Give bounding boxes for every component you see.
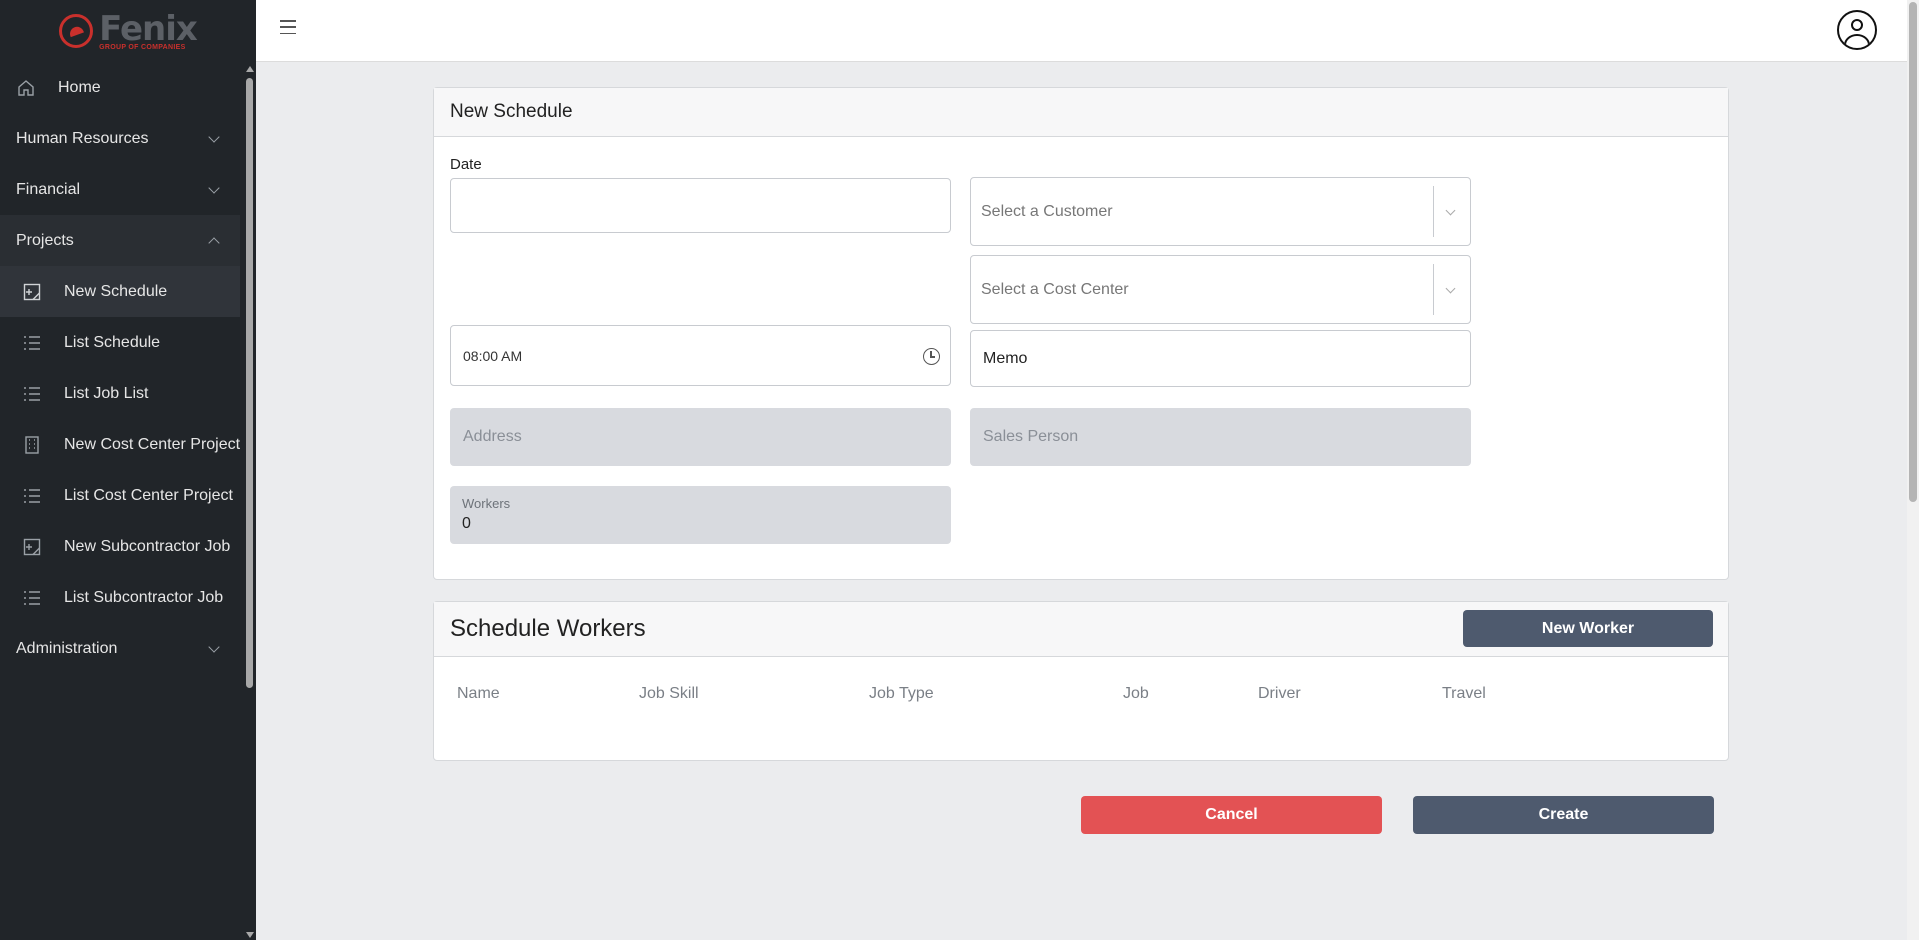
scroll-up-arrow-icon[interactable]	[246, 66, 254, 72]
cost-center-select-placeholder: Select a Cost Center	[981, 280, 1129, 298]
column-header-job-skill: Job Skill	[639, 685, 699, 702]
sidebar-item-list-subcontractor-job[interactable]: List Subcontractor Job	[0, 572, 240, 623]
sidebar-item-home[interactable]: Home	[0, 62, 240, 113]
column-header-driver: Driver	[1258, 685, 1301, 702]
sidebar-item-list-schedule[interactable]: List Schedule	[0, 317, 240, 368]
cancel-button[interactable]: Cancel	[1081, 796, 1382, 834]
sidebar-item-label: Human Resources	[16, 129, 149, 147]
sidebar-item-label: Financial	[16, 180, 81, 198]
sidebar-item-new-subcontractor-job[interactable]: New Subcontractor Job	[0, 521, 240, 572]
card-title: New Schedule	[434, 88, 1728, 137]
new-schedule-card: New Schedule Date Select a Customer Sele…	[433, 87, 1729, 580]
sales-person-input: Sales Person	[970, 408, 1471, 466]
time-value: 08:00 AM	[463, 347, 523, 364]
list-icon	[22, 384, 42, 404]
address-input: Address	[450, 408, 951, 466]
page-scroll-thumb[interactable]	[1909, 2, 1917, 502]
brand-tagline: GROUP OF COMPANIES	[99, 43, 186, 51]
fenix-logo-icon	[59, 14, 94, 48]
home-icon	[16, 78, 36, 98]
sidebar-item-label: List Schedule	[64, 333, 161, 351]
scroll-down-arrow-icon[interactable]	[246, 932, 254, 938]
date-input[interactable]	[450, 178, 951, 233]
chevron-down-icon[interactable]	[1445, 205, 1456, 216]
sidebar-item-label: List Job List	[64, 384, 149, 402]
user-avatar-icon[interactable]	[1837, 10, 1877, 50]
sidebar-group-human-resources[interactable]: Human Resources	[0, 113, 240, 164]
list-icon	[22, 486, 42, 506]
time-input[interactable]: 08:00 AM	[450, 325, 951, 386]
sidebar-item-list-job-list[interactable]: List Job List	[0, 368, 240, 419]
chevron-down-icon	[208, 641, 220, 653]
column-header-name: Name	[457, 685, 500, 702]
clock-icon[interactable]	[923, 348, 940, 365]
sidebar-item-list-cost-center-project[interactable]: List Cost Center Project	[0, 470, 240, 521]
select-separator	[1433, 186, 1434, 237]
brand-logo[interactable]: Fenix GROUP OF COMPANIES	[0, 0, 256, 62]
top-bar	[256, 0, 1907, 62]
section-title: Schedule Workers	[450, 615, 646, 642]
brand-name: Fenix	[99, 8, 198, 49]
new-document-icon	[22, 282, 42, 302]
workers-label: Workers	[462, 496, 511, 511]
sidebar-item-label: New Schedule	[64, 282, 168, 300]
list-icon	[22, 588, 42, 608]
hamburger-menu-icon[interactable]	[280, 20, 296, 34]
sidebar-item-label: List Subcontractor Job	[64, 588, 224, 606]
sidebar-item-new-schedule[interactable]: New Schedule	[0, 266, 240, 317]
sidebar-nav: Home Human Resources Financial Projects …	[0, 62, 240, 674]
chevron-down-icon	[208, 131, 220, 143]
column-header-job: Job	[1123, 685, 1149, 702]
chevron-up-icon	[208, 237, 220, 249]
schedule-workers-header: Schedule Workers New Worker	[434, 602, 1728, 657]
sidebar-item-label: Home	[58, 78, 101, 96]
column-header-travel: Travel	[1442, 685, 1486, 702]
create-button[interactable]: Create	[1413, 796, 1714, 834]
sidebar-item-label: New Subcontractor Job	[64, 537, 231, 555]
new-worker-button[interactable]: New Worker	[1463, 610, 1713, 647]
new-document-icon	[22, 537, 42, 557]
memo-input[interactable]: Memo	[970, 330, 1471, 387]
chevron-down-icon	[208, 182, 220, 194]
customer-select[interactable]: Select a Customer	[970, 177, 1471, 246]
customer-select-placeholder: Select a Customer	[981, 202, 1113, 220]
column-header-job-type: Job Type	[869, 685, 934, 702]
building-icon	[22, 435, 42, 455]
schedule-workers-card: Schedule Workers New Worker Name Job Ski…	[433, 601, 1729, 761]
select-separator	[1433, 264, 1434, 315]
page-scrollbar[interactable]	[1907, 0, 1919, 940]
sidebar-scroll-thumb[interactable]	[246, 78, 253, 688]
sidebar-group-financial[interactable]: Financial	[0, 164, 240, 215]
date-label: Date	[450, 156, 482, 173]
sidebar-item-label: List Cost Center Project	[64, 486, 233, 504]
sidebar-item-label: New Cost Center Project	[64, 435, 241, 453]
sidebar-group-projects[interactable]: Projects	[0, 215, 240, 266]
list-icon	[22, 333, 42, 353]
sidebar: Fenix GROUP OF COMPANIES Home Human Reso…	[0, 0, 256, 940]
sidebar-item-label: Administration	[16, 639, 118, 657]
sidebar-group-administration[interactable]: Administration	[0, 623, 240, 674]
sidebar-item-new-cost-center-project[interactable]: New Cost Center Project	[0, 419, 240, 470]
sidebar-item-label: Projects	[16, 231, 74, 249]
workers-field: Workers 0	[450, 486, 951, 544]
chevron-down-icon[interactable]	[1445, 283, 1456, 294]
sidebar-scrollbar[interactable]	[243, 62, 256, 940]
workers-count: 0	[462, 515, 471, 532]
cost-center-select[interactable]: Select a Cost Center	[970, 255, 1471, 324]
